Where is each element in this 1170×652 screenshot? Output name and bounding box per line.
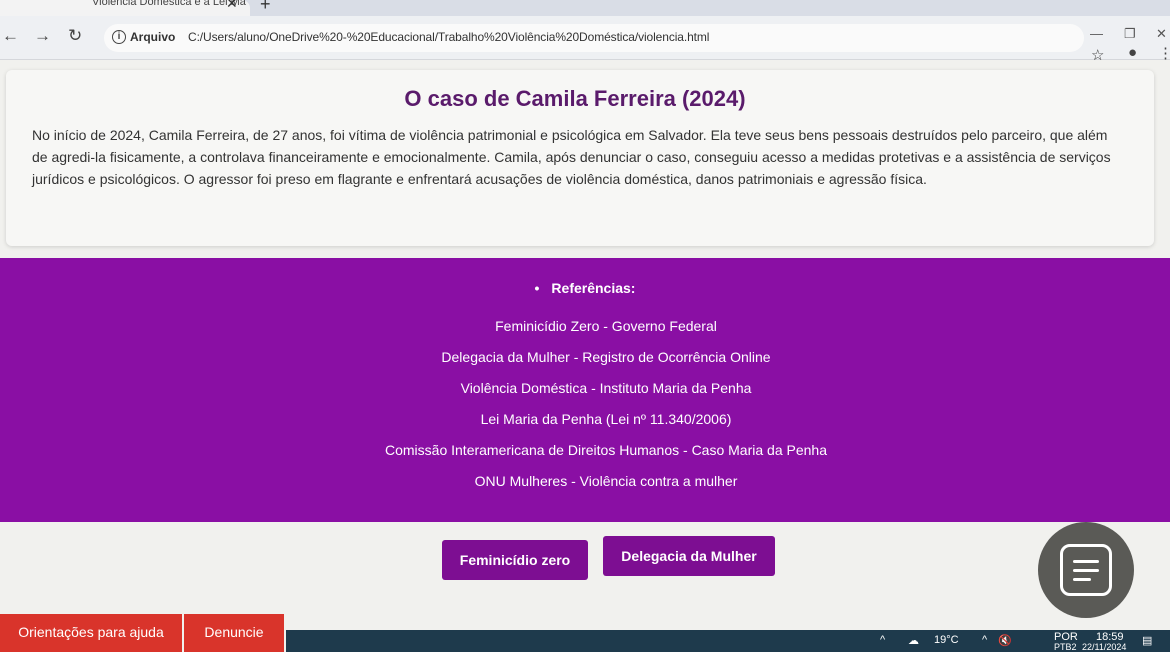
- tab-title: Violência Doméstica e a Lei Ma: [92, 0, 246, 8]
- chevron-up-icon[interactable]: ^: [880, 634, 885, 646]
- reload-icon[interactable]: ↻: [68, 26, 82, 46]
- plus-icon[interactable]: +: [260, 0, 271, 15]
- back-arrow-icon[interactable]: ←: [2, 26, 19, 46]
- scan-frame: [1060, 544, 1112, 596]
- info-icon[interactable]: i: [112, 30, 126, 44]
- reference-link-delegacia[interactable]: Delegacia da Mulher - Registro de Ocorrê…: [0, 349, 1170, 365]
- report-button[interactable]: Denuncie: [184, 614, 284, 652]
- reference-link-instituto-maria-da-penha[interactable]: Violência Doméstica - Instituto Maria da…: [0, 380, 1170, 396]
- case-title: O caso de Camila Ferreira (2024): [404, 86, 746, 111]
- scan-line: [1073, 578, 1091, 581]
- feminicidio-zero-button[interactable]: Feminicídio zero: [442, 540, 588, 580]
- weather-icon[interactable]: ☁: [908, 634, 919, 647]
- taskbar: ^ ☁ 19°C ^ 🔇 POR PTB2 18:59 22/11/2024 ▤: [286, 630, 1170, 652]
- case-description: No início de 2024, Camila Ferreira, de 2…: [32, 127, 1111, 187]
- scan-line: [1073, 569, 1099, 572]
- profile-icon[interactable]: ●: [1128, 44, 1137, 61]
- browser-tab[interactable]: Violência Doméstica e a Lei Ma ✕: [0, 0, 250, 16]
- url-text[interactable]: C:/Users/aluno/OneDrive%20-%20Educaciona…: [188, 30, 709, 44]
- volume-icon[interactable]: 🔇: [998, 634, 1012, 647]
- clock-date[interactable]: 22/11/2024: [1082, 642, 1126, 652]
- reference-link-cidh[interactable]: Comissão Interamericana de Direitos Huma…: [0, 442, 1170, 458]
- minimize-icon[interactable]: —: [1090, 26, 1103, 41]
- browser-toolbar: ← → ↻ i Arquivo C:/Users/aluno/OneDrive%…: [0, 16, 1170, 60]
- close-icon[interactable]: ✕: [226, 0, 238, 12]
- tab-strip: Violência Doméstica e a Lei Ma ✕ +: [0, 0, 1170, 16]
- reference-link-lei-maria-da-penha[interactable]: Lei Maria da Penha (Lei nº 11.340/2006): [0, 411, 1170, 427]
- references-section: Referências: Feminicídio Zero - Governo …: [0, 258, 1170, 522]
- notification-icon[interactable]: ▤: [1142, 634, 1152, 647]
- temperature: 19°C: [934, 634, 959, 646]
- address-bar[interactable]: i Arquivo C:/Users/aluno/OneDrive%20-%20…: [104, 24, 1084, 52]
- window-close-icon[interactable]: ✕: [1156, 26, 1167, 42]
- delegacia-da-mulher-button[interactable]: Delegacia da Mulher: [603, 536, 775, 576]
- restore-icon[interactable]: ❐: [1124, 26, 1136, 42]
- keyboard-layout[interactable]: PTB2: [1054, 642, 1077, 652]
- reference-link-onu-mulheres[interactable]: ONU Mulheres - Violência contra a mulher: [0, 473, 1170, 489]
- references-title: Referências:: [0, 280, 1170, 296]
- reference-link-feminicidio-zero[interactable]: Feminicídio Zero - Governo Federal: [0, 318, 1170, 334]
- scan-line: [1073, 560, 1099, 563]
- lens-scan-icon[interactable]: [1038, 522, 1134, 618]
- tray-arrow-icon[interactable]: ^: [982, 634, 987, 646]
- forward-arrow-icon[interactable]: →: [34, 26, 51, 46]
- help-guidance-button[interactable]: Orientações para ajuda: [0, 614, 182, 652]
- address-scheme: Arquivo: [130, 30, 176, 44]
